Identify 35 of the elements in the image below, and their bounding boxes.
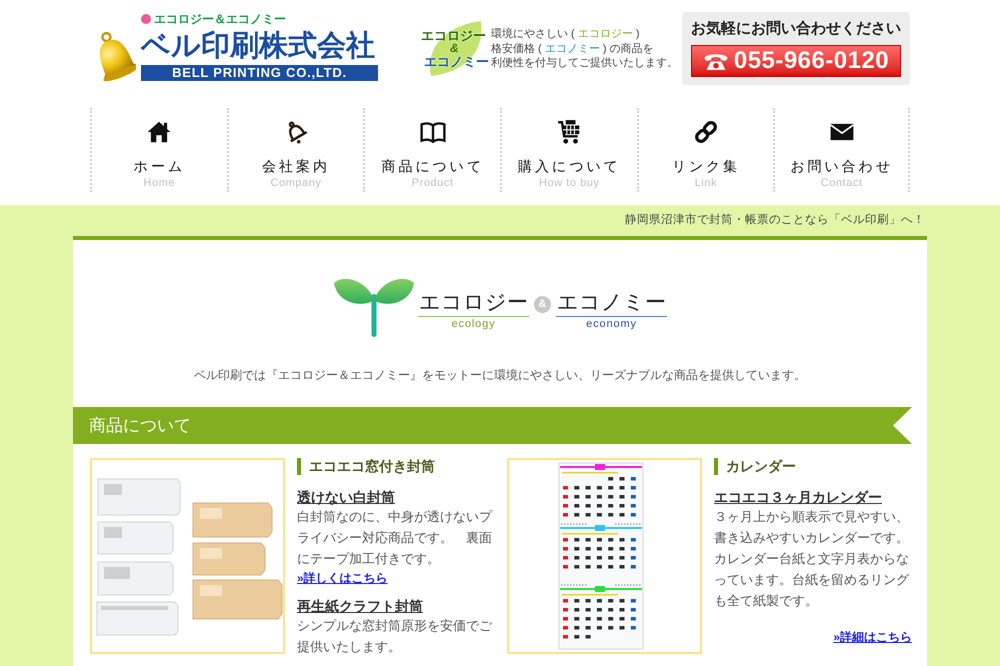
category-heading: エコエコ窓付き封筒 [297,458,435,475]
economy-word: エコノミー [556,290,667,317]
cart-icon [556,119,582,145]
product-description: ３ヶ月上から順表示で見やすい、書き込みやすいカレンダーです。カレンダー台紙と文字月表からなっています。台紙を留めるリングも全て紙製です。 [714,508,910,610]
strapline-text: 静岡県沼津市で封筒・帳票のことなら「ベル印刷」へ！ [625,212,925,228]
nav-link[interactable]: お問い合わせ Contact [773,108,910,192]
product-title-link[interactable]: 透けない白封筒 [297,488,395,506]
intro-text: 環境にやさしい ( エコロジー ) 格安価格 ( エコノミー ) の商品を 利便性を付与してご提供いたします。 [491,27,678,71]
economy-caption: economy [585,318,638,331]
section-heading: 商品について [73,407,912,444]
contact-heading: お気軽にお問い合わせください [691,19,901,39]
category-heading: カレンダー [714,458,796,475]
logo-tagline: エコロジー＆エコノミー [154,12,286,26]
ecology-word: エコロジー [418,290,529,317]
nav-link[interactable]: 購入について How to buy [500,108,637,192]
nav-link[interactable]: リンク集 Link [636,108,774,192]
ecology-caption: ecology [450,318,497,331]
company-english-name: BELL PRINTING CO.,LTD. [141,65,378,81]
product-description: シンプルな窓封筒原形を安価でご提供いたします。 [297,617,494,656]
product-description: 白封筒なのに、中身が透けないプライバシー対応商品です。 裏面にテープ加工付きです。 [297,508,494,568]
nav-link[interactable]: 商品について Product [363,108,500,192]
link-icon [692,119,719,145]
details-link[interactable]: »詳しくはこちら [297,571,388,585]
nav-link[interactable]: 会社案内 Company [226,108,364,192]
company-name: ベル印刷株式会社 [141,29,375,63]
phone-button[interactable]: 055-966-0120 [691,45,901,77]
ampersand-badge: & [534,296,551,313]
product-title-link[interactable]: 再生紙クラフト封筒 [297,597,423,615]
dot-icon [141,14,151,24]
details-link[interactable]: »詳細はこちら [833,630,912,644]
badge-ampersand: & [450,42,459,55]
nav-link[interactable]: ホーム Home [90,108,227,192]
home-icon [146,119,172,145]
motto-text: ベル印刷では『エコロジー＆エコノミー』をモットーに環境にやさしい、リーズナブルな商品を提供しています。 [193,367,807,383]
product-title-link[interactable]: エコエコ３ヶ月カレンダー [714,488,882,506]
